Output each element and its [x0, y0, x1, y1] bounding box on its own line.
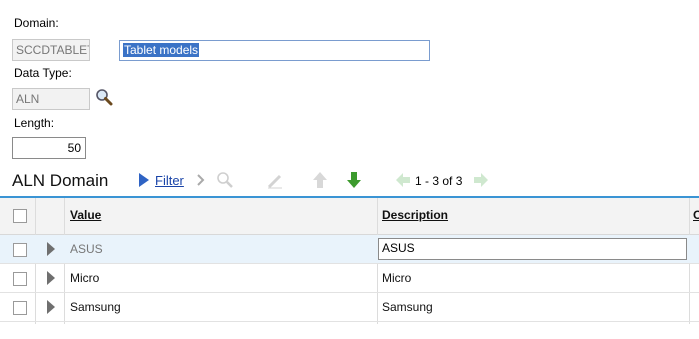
- arrow-down-icon[interactable]: [346, 171, 362, 189]
- section-title: ALN Domain: [12, 171, 109, 190]
- aln-domain-table: Value Description O ASUS ASUS Micro Micr…: [0, 196, 699, 324]
- table-row[interactable]: Micro Micro: [0, 264, 699, 293]
- description-field[interactable]: Tablet models: [119, 40, 430, 61]
- header-extra[interactable]: O: [693, 208, 699, 222]
- filter-icon[interactable]: [138, 173, 150, 187]
- row-description: Micro: [382, 271, 412, 285]
- row-description: Samsung: [382, 300, 433, 314]
- length-field[interactable]: 50: [12, 137, 86, 159]
- row-value: Samsung: [70, 300, 121, 314]
- row-checkbox[interactable]: [13, 301, 27, 315]
- domain-field: SCCDTABLET: [12, 39, 90, 61]
- description-field-text: Tablet models: [123, 43, 200, 57]
- datatype-label: Data Type:: [14, 66, 72, 80]
- select-all-checkbox[interactable]: [13, 209, 27, 223]
- filter-link[interactable]: Filter: [155, 173, 184, 188]
- table-row[interactable]: ASUS ASUS: [0, 235, 699, 264]
- expand-row-icon[interactable]: [47, 242, 55, 256]
- header-description[interactable]: Description: [382, 208, 448, 222]
- next-page-icon[interactable]: [473, 172, 489, 188]
- expand-row-icon[interactable]: [47, 300, 55, 314]
- chevron-right-icon[interactable]: [197, 174, 205, 186]
- row-value: ASUS: [70, 242, 103, 256]
- row-description-input[interactable]: ASUS: [378, 238, 687, 260]
- row-checkbox[interactable]: [13, 272, 27, 286]
- domain-label: Domain:: [14, 16, 59, 30]
- row-checkbox[interactable]: [13, 243, 27, 257]
- arrow-up-icon[interactable]: [312, 171, 328, 189]
- table-header: Value Description O: [0, 198, 699, 235]
- find-icon[interactable]: [216, 171, 234, 189]
- row-value: Micro: [70, 271, 100, 285]
- pager-text: 1 - 3 of 3: [415, 174, 463, 188]
- table-row[interactable]: Samsung Samsung: [0, 293, 699, 322]
- datatype-field: ALN: [12, 88, 90, 110]
- expand-row-icon[interactable]: [47, 271, 55, 285]
- length-label: Length:: [14, 116, 55, 130]
- edit-icon[interactable]: [266, 172, 284, 190]
- header-value[interactable]: Value: [70, 208, 101, 222]
- search-icon[interactable]: [95, 88, 113, 106]
- previous-page-icon[interactable]: [395, 172, 411, 188]
